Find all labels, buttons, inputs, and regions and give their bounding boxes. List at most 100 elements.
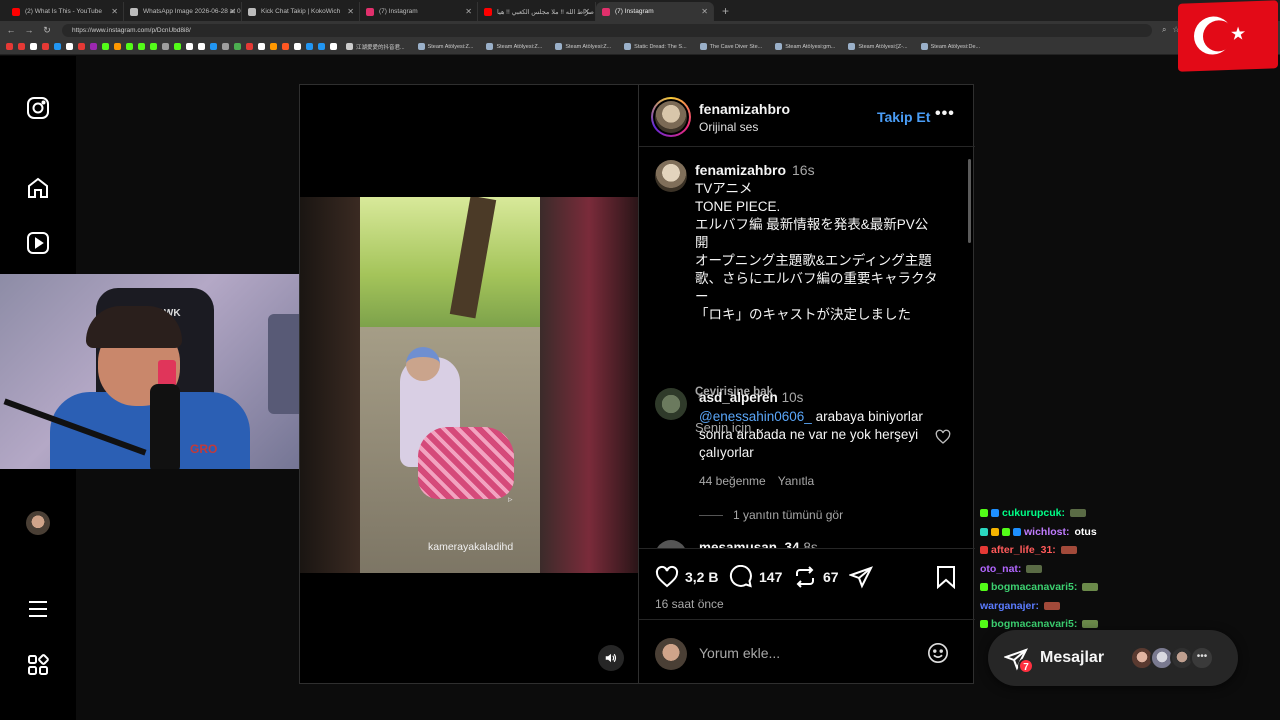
reels-icon[interactable] [26,231,50,255]
tab-close-icon[interactable]: ✕ [347,7,354,16]
bookmark-favicon-icon[interactable] [306,43,313,50]
bookmark-favicon-icon[interactable] [18,43,25,50]
bookmark-item[interactable]: Steam Atölyesi:gm... [771,43,839,50]
reload-icon[interactable]: ↻ [40,25,54,36]
author-avatar[interactable] [651,97,691,137]
bookmark-favicon-icon[interactable] [126,43,133,50]
bookmark-favicon-icon[interactable] [186,43,193,50]
reply-button[interactable]: Yanıtla [778,474,814,488]
bookmark-label: Steam Atölyesi:De... [930,43,981,50]
browser-tab[interactable]: (7) Instagram ✕ [596,2,714,21]
profile-avatar[interactable] [26,511,50,535]
tab-title: (7) Instagram [615,8,654,15]
browser-tab[interactable]: Kick Chat Takip | KokoWich ✕ [242,2,360,21]
bookmark-item[interactable]: Steam Atölyesi:Z... [551,43,615,50]
bookmark-favicon-icon[interactable] [102,43,109,50]
instagram-logo-icon[interactable] [26,96,50,120]
comment-mention[interactable]: @enessahin0606_ [699,409,812,424]
view-replies-button[interactable]: 1 yanıtın tümünü gör [699,508,843,522]
bookmark-favicon-icon[interactable] [318,43,325,50]
comment-meta: 44 beğenme Yanıtla [699,474,814,488]
bookmark-item[interactable]: Steam Atölyesi:De... [917,43,985,50]
bookmark-favicon-icon[interactable] [282,43,289,50]
bookmark-favicon-icon[interactable] [330,43,337,50]
zoom-icon[interactable]: ⌕ [1162,25,1166,35]
comment-username[interactable]: asd_alperen [699,390,778,405]
save-action[interactable] [935,565,957,589]
more-options-button[interactable]: ••• [935,105,955,123]
scrollbar-thumb[interactable] [968,159,971,243]
also-from-meta-icon[interactable] [26,653,50,677]
bookmark-favicon-icon[interactable] [138,43,145,50]
comment-username[interactable]: mesamusan_34 [699,540,800,548]
chat-username: after_life_31: [991,544,1056,557]
commenter-avatar[interactable] [655,540,687,548]
tab-close-icon[interactable]: ✕ [111,7,118,16]
bookmark-favicon-icon[interactable] [270,43,277,50]
bookmark-item[interactable]: Steam Atölyesi:[Z-... [844,43,911,50]
browser-tab[interactable]: (7) Instagram ✕ [360,2,478,21]
bookmark-item[interactable]: 江湖愛愛的抖音君... [342,43,409,51]
bookmark-favicon-icon[interactable] [66,43,73,50]
comment-input[interactable] [699,642,919,664]
bookmark-item[interactable]: Steam Atölyesi:Z... [414,43,478,50]
repost-action[interactable]: 67 [793,565,839,589]
bookmark-item[interactable]: The Cave Diver Ste... [696,43,767,50]
bookmark-favicon-icon[interactable] [198,43,205,50]
menu-icon[interactable] [26,597,50,621]
browser-tab[interactable]: صراط الله !! ملا مجلس الكعبي !! هيا ✕ [478,2,596,21]
browser-tab[interactable]: (2) What Is This - YouTube ✕ [6,2,124,21]
bookmark-favicon-icon[interactable] [42,43,49,50]
tab-close-icon[interactable]: ✕ [465,7,472,16]
chat-badge-icon [980,620,988,629]
tab-close-icon[interactable]: ✕ [583,7,590,16]
url-field[interactable]: https://www.instagram.com/p/DcnUbd8i8/ [62,23,1152,37]
commenter-avatar[interactable] [655,388,687,420]
bookmark-favicon-icon[interactable] [234,43,241,50]
current-user-avatar [655,638,687,670]
bookmark-favicon-icon[interactable] [258,43,265,50]
comment-likes[interactable]: 44 beğenme [699,474,766,488]
tab-close-icon[interactable]: ✕ [229,7,236,16]
bookmark-favicon-icon[interactable] [222,43,229,50]
new-tab-button[interactable]: + [722,2,729,21]
tab-close-icon[interactable]: ✕ [701,7,708,16]
caption-username[interactable]: fenamizahbro [695,162,786,178]
emoji-icon[interactable] [927,642,949,664]
comment-like-heart-icon[interactable] [935,429,951,445]
bookmark-favicon-icon [920,43,928,50]
bookmark-item[interactable]: Steam Atölyesi:Z... [482,43,546,50]
chat-username: warganajer: [980,599,1039,612]
bookmark-favicon-icon[interactable] [162,43,169,50]
follow-button[interactable]: Takip Et [877,109,930,125]
home-icon[interactable] [26,176,50,200]
bookmark-favicon-icon[interactable] [90,43,97,50]
bookmark-favicon-icon[interactable] [246,43,253,50]
audio-label[interactable]: Orijinal ses [699,120,758,134]
author-username[interactable]: fenamizahbro [699,101,790,117]
like-action[interactable]: 3,2 B [655,565,718,589]
bookmark-favicon-icon[interactable] [6,43,13,50]
bookmark-favicon-icon[interactable] [78,43,85,50]
bookmark-favicon-icon [555,43,563,50]
back-icon[interactable]: ← [4,25,18,35]
audio-toggle-button[interactable] [598,645,624,671]
bookmark-favicon-icon[interactable] [174,43,181,50]
caption-author-avatar[interactable] [655,160,687,192]
messages-button[interactable]: 7 Mesajlar ••• [988,630,1238,686]
forward-icon[interactable]: → [22,25,36,35]
bookmark-favicon-icon[interactable] [54,43,61,50]
bookmark-favicon-icon[interactable] [294,43,301,50]
share-action[interactable] [849,565,873,589]
browser-tab[interactable]: WhatsApp Image 2026-06-28 at 0 ✕ [124,2,242,21]
bookmark-favicon-icon[interactable] [30,43,37,50]
tab-title: WhatsApp Image 2026-06-28 at 0 [143,8,241,15]
bookmark-item[interactable]: Static Dread: The S... [620,43,690,50]
bookmark-favicon-icon[interactable] [150,43,157,50]
comments-scrollbar[interactable] [967,153,972,547]
reel-video[interactable]: kamerayakaladihd [300,85,638,683]
comment-action[interactable]: 147 [729,565,782,589]
bookmark-favicon-icon[interactable] [114,43,121,50]
bookmark-favicon-icon[interactable] [210,43,217,50]
bookmark-favicon-icon [624,43,632,50]
